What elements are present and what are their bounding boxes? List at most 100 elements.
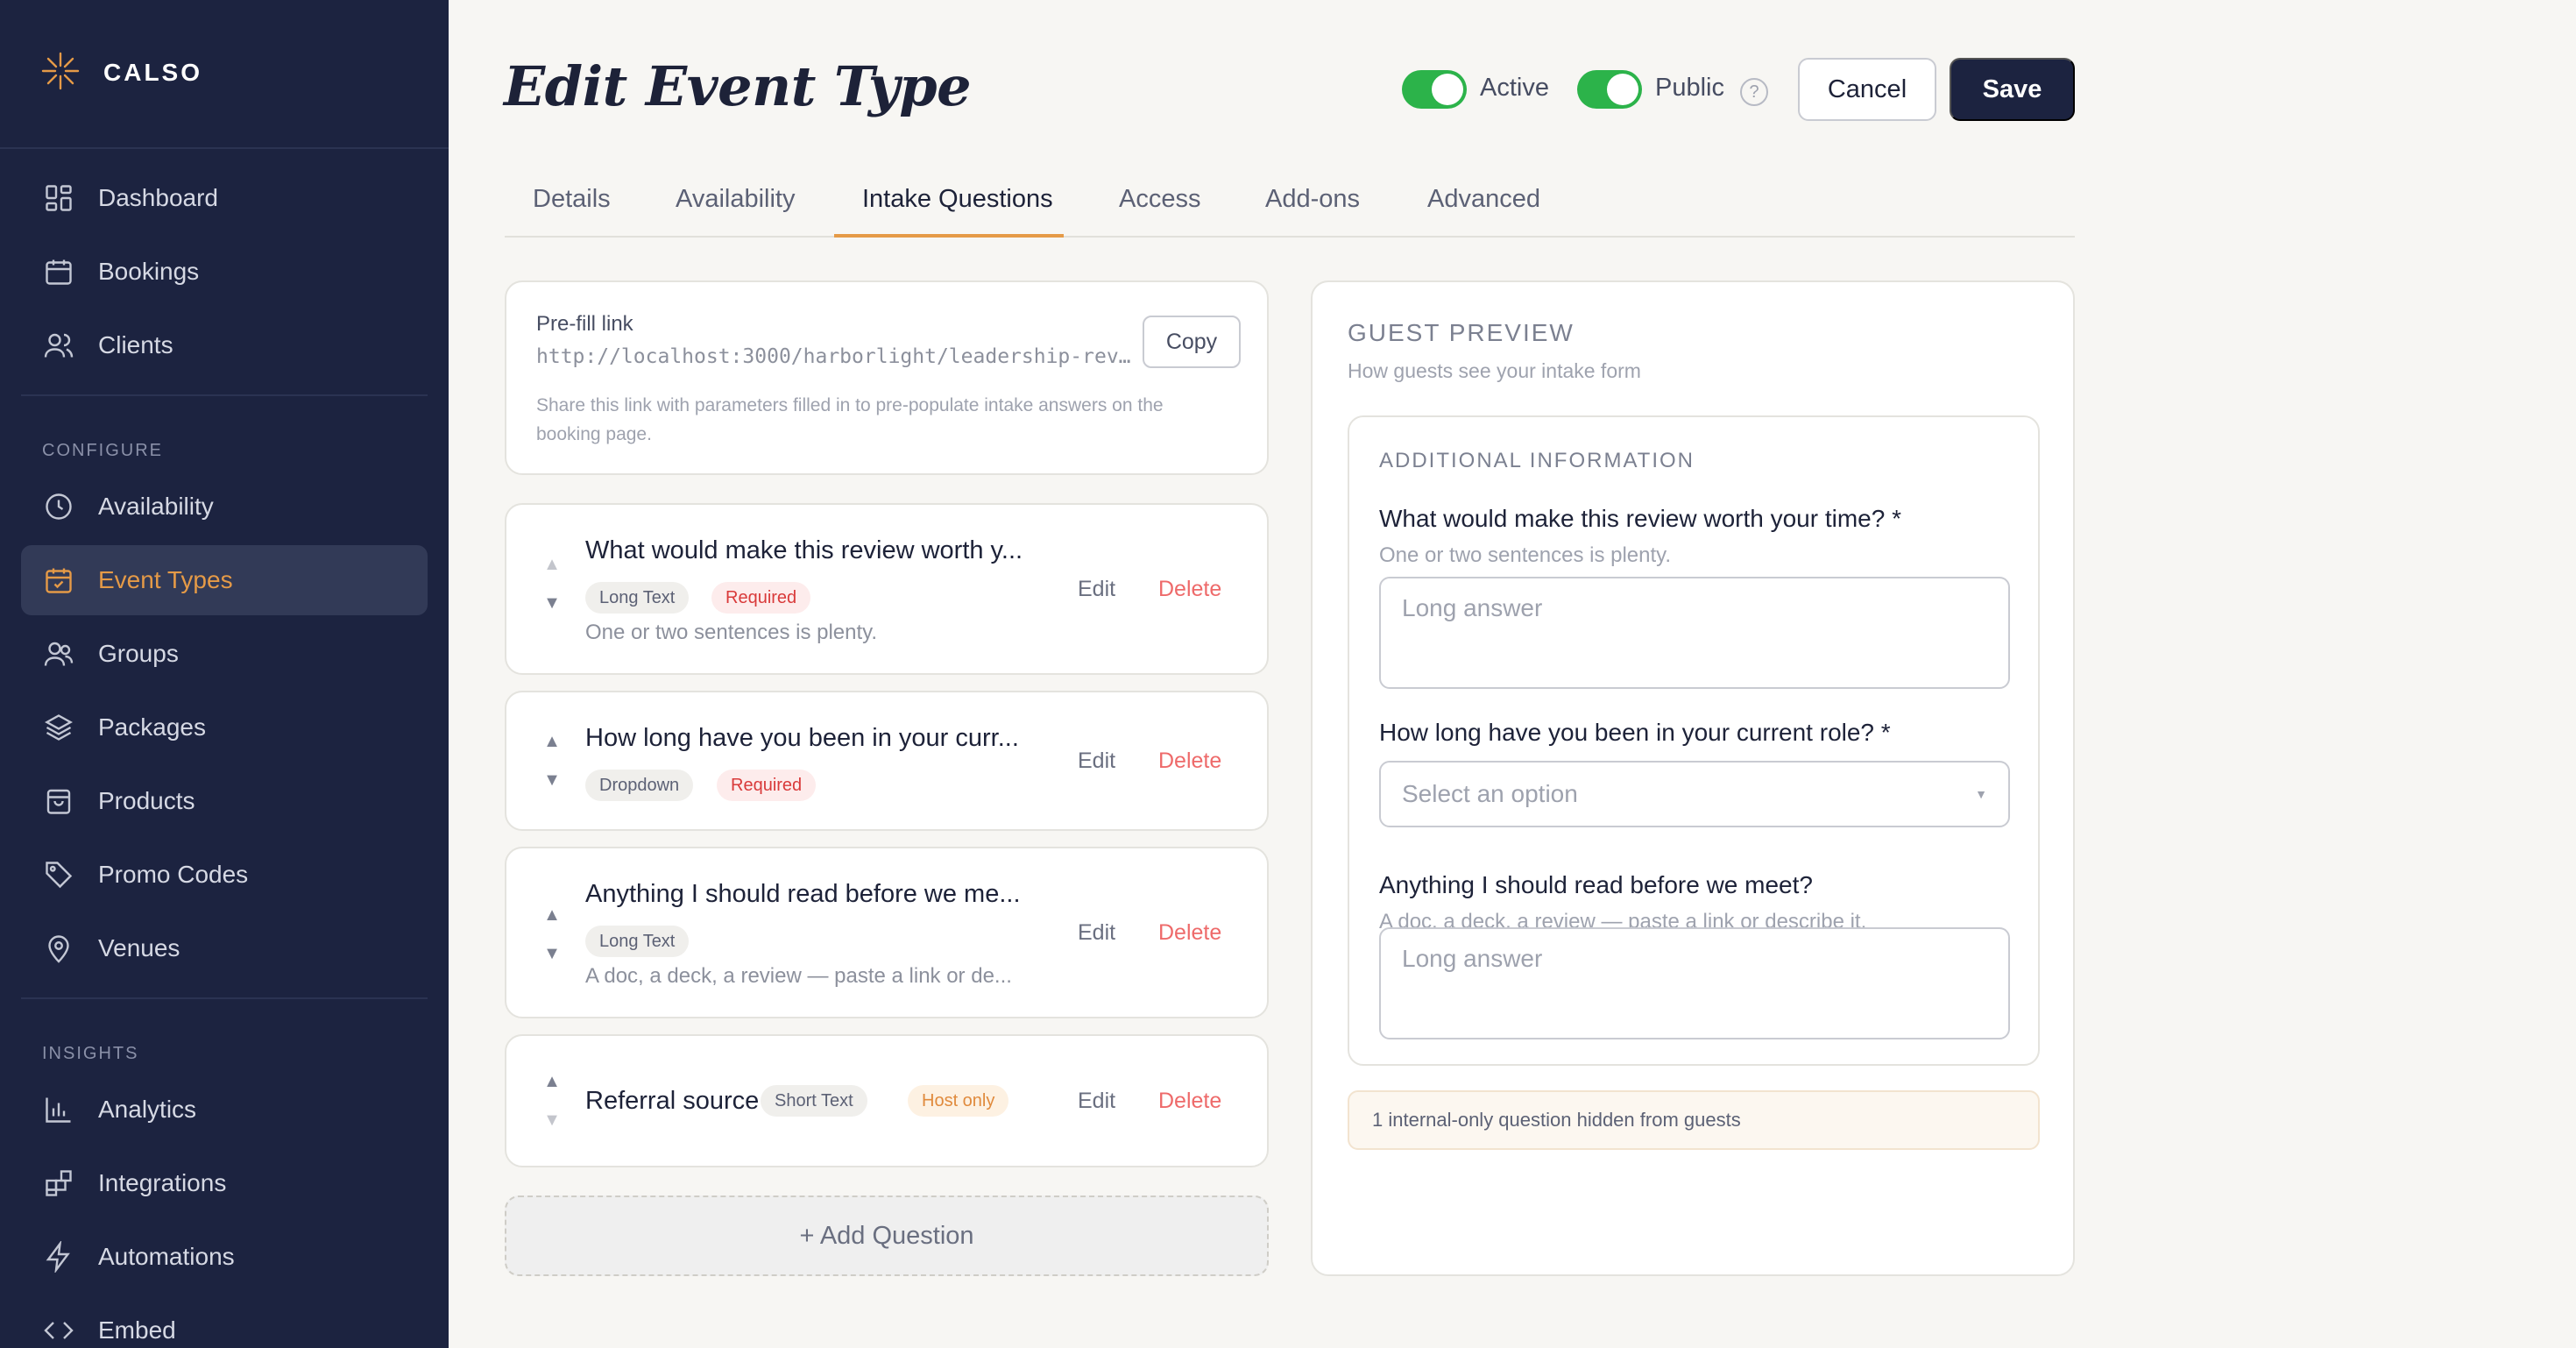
sidebar-item-label: Groups: [98, 640, 179, 667]
cancel-button[interactable]: Cancel: [1798, 58, 1936, 121]
sidebar-item-integrations[interactable]: Integrations: [21, 1148, 428, 1218]
puzzle-icon: [42, 1167, 75, 1200]
prefill-help-text: Share this link with parameters filled i…: [536, 395, 1164, 444]
calendar-icon: [42, 255, 75, 288]
host-only-badge: Host only: [908, 1085, 1009, 1117]
preview-select-placeholder: Select an option: [1402, 780, 1578, 807]
reorder-controls: ▲ ▼: [541, 1062, 563, 1139]
sidebar-item-label: Packages: [98, 713, 206, 741]
tab-access[interactable]: Access: [1119, 185, 1200, 214]
sidebar-item-bookings[interactable]: Bookings: [21, 237, 428, 307]
sidebar-item-analytics[interactable]: Analytics: [21, 1075, 428, 1145]
sidebar-item-products[interactable]: Products: [21, 766, 428, 836]
tab-advanced[interactable]: Advanced: [1427, 185, 1540, 214]
layers-icon: [42, 711, 75, 744]
internal-question-notice: 1 internal-only question hidden from gue…: [1348, 1090, 2040, 1150]
group-icon: [42, 637, 75, 670]
sidebar-item-label: Products: [98, 787, 195, 814]
active-toggle[interactable]: [1402, 70, 1467, 109]
question-title: Referral source: [585, 1087, 760, 1115]
active-toggle-label: Active: [1480, 74, 1549, 102]
edit-question-button[interactable]: Edit: [1078, 577, 1115, 602]
sidebar-item-label: Automations: [98, 1243, 235, 1270]
brand[interactable]: CALSO: [40, 51, 202, 95]
bar-chart-icon: [42, 1093, 75, 1126]
tab-details[interactable]: Details: [533, 185, 611, 214]
save-button[interactable]: Save: [1950, 58, 2075, 121]
tab-bar: Details Availability Intake Questions Ac…: [505, 180, 2075, 238]
sidebar-item-promo-codes[interactable]: Promo Codes: [21, 840, 428, 910]
tag-icon: [42, 858, 75, 891]
sidebar-divider: [21, 394, 428, 396]
sidebar-item-packages[interactable]: Packages: [21, 692, 428, 763]
required-badge: Required: [717, 770, 817, 801]
sidebar-item-embed[interactable]: Embed: [21, 1295, 428, 1348]
delete-question-button[interactable]: Delete: [1158, 1089, 1221, 1114]
sidebar-item-label: Promo Codes: [98, 861, 249, 888]
preview-select[interactable]: Select an option ▼: [1379, 761, 2010, 827]
question-help-text: A doc, a deck, a review — paste a link o…: [585, 964, 1012, 988]
question-card: ▲ ▼ Anything I should read before we me.…: [505, 847, 1269, 1018]
question-type-badge: Short Text: [761, 1085, 867, 1117]
move-down-icon[interactable]: ▼: [541, 1101, 563, 1139]
logo-sun-icon: [40, 51, 81, 96]
brand-name: CALSO: [103, 59, 202, 86]
sidebar-item-dashboard[interactable]: Dashboard: [21, 163, 428, 233]
preview-field-label: How long have you been in your current r…: [1379, 719, 1891, 746]
public-toggle[interactable]: [1577, 70, 1642, 109]
move-down-icon[interactable]: ▼: [541, 934, 563, 973]
tab-intake-questions[interactable]: Intake Questions: [862, 185, 1053, 214]
add-question-button[interactable]: + Add Question: [505, 1195, 1269, 1276]
active-tab-indicator: [834, 234, 1064, 238]
sidebar-item-label: Clients: [98, 331, 173, 358]
move-up-icon[interactable]: ▲: [541, 722, 563, 761]
delete-question-button[interactable]: Delete: [1158, 748, 1221, 774]
lightning-icon: [42, 1240, 75, 1274]
delete-question-button[interactable]: Delete: [1158, 577, 1221, 602]
preview-long-answer-input[interactable]: [1379, 927, 2010, 1039]
question-type-badge: Dropdown: [585, 770, 694, 801]
prefill-label: Pre-fill link: [536, 312, 633, 336]
sidebar-divider: [0, 147, 449, 149]
question-card: ▲ ▼ What would make this review worth y.…: [505, 503, 1269, 675]
sidebar-item-label: Integrations: [98, 1169, 227, 1196]
question-type-badge: Long Text: [585, 926, 690, 957]
reorder-controls: ▲ ▼: [541, 545, 563, 622]
code-icon: [42, 1314, 75, 1347]
sidebar-item-label: Analytics: [98, 1096, 197, 1123]
question-title: Anything I should read before we me...: [585, 880, 1021, 908]
edit-question-button[interactable]: Edit: [1078, 1089, 1115, 1114]
move-up-icon[interactable]: ▲: [541, 896, 563, 934]
edit-question-button[interactable]: Edit: [1078, 920, 1115, 946]
edit-question-button[interactable]: Edit: [1078, 748, 1115, 774]
reorder-controls: ▲ ▼: [541, 896, 563, 973]
sidebar-item-automations[interactable]: Automations: [21, 1222, 428, 1292]
move-up-icon[interactable]: ▲: [541, 545, 563, 584]
question-type-badge: Long Text: [585, 582, 690, 614]
move-down-icon[interactable]: ▼: [541, 761, 563, 799]
prefill-url[interactable]: http://localhost:3000/harborlight/leader…: [536, 345, 1132, 368]
page-title: Edit Event Type: [504, 54, 972, 118]
sidebar-item-label: Availability: [98, 493, 214, 520]
help-icon[interactable]: ?: [1740, 78, 1768, 106]
question-help-text: One or two sentences is plenty.: [585, 621, 878, 644]
sidebar-item-event-types[interactable]: Event Types: [21, 545, 428, 615]
sidebar-item-groups[interactable]: Groups: [21, 619, 428, 689]
preview-long-answer-input[interactable]: [1379, 577, 2010, 689]
question-card: ▲ ▼ How long have you been in your curr.…: [505, 691, 1269, 831]
tab-availability[interactable]: Availability: [676, 185, 795, 214]
bag-icon: [42, 784, 75, 818]
move-up-icon[interactable]: ▲: [541, 1062, 563, 1101]
reorder-controls: ▲ ▼: [541, 722, 563, 799]
preview-title: GUEST PREVIEW: [1348, 319, 1575, 346]
tab-add-ons[interactable]: Add-ons: [1265, 185, 1360, 214]
copy-button[interactable]: Copy: [1143, 316, 1241, 368]
sidebar-item-availability[interactable]: Availability: [21, 472, 428, 542]
public-toggle-label: Public: [1655, 74, 1724, 102]
section-label-configure: CONFIGURE: [42, 441, 163, 460]
sidebar-item-clients[interactable]: Clients: [21, 310, 428, 380]
delete-question-button[interactable]: Delete: [1158, 920, 1221, 946]
guest-preview-panel: GUEST PREVIEW How guests see your intake…: [1311, 280, 2075, 1276]
move-down-icon[interactable]: ▼: [541, 584, 563, 622]
sidebar-item-venues[interactable]: Venues: [21, 913, 428, 983]
